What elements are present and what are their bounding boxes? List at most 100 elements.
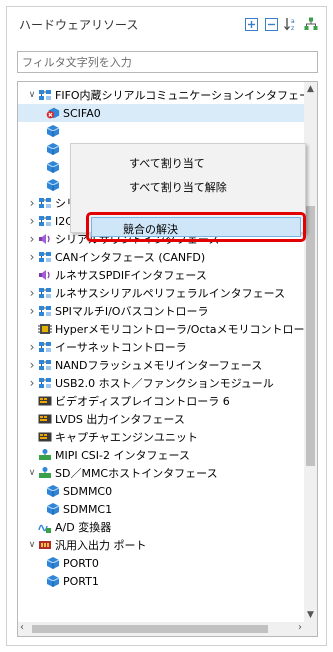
module-icon (46, 502, 60, 516)
tree-row[interactable]: SDMMC0 (18, 482, 304, 500)
tree-row[interactable]: Hyperメモリコントローラ/Octaメモリコントローラ (18, 320, 304, 338)
scrollbar-corner (304, 622, 317, 636)
sound-icon (38, 232, 52, 246)
expand-arrow-open-icon[interactable]: ∨ (26, 468, 38, 478)
horizontal-scroll-thumb[interactable] (32, 625, 268, 633)
menu-item-unassign-all-label: すべて割り当て解除 (129, 181, 227, 194)
tree-row[interactable]: › NANDフラッシュメモリインターフェース (18, 356, 304, 374)
tree-row-label: LVDS 出力インタフェース (55, 413, 185, 426)
tree-row[interactable]: LVDS 出力インタフェース (18, 410, 304, 428)
tree-row[interactable]: A/D 変換器 (18, 518, 304, 536)
serial-icon (38, 340, 52, 354)
menu-item-assign-all[interactable]: すべて割り当て (71, 153, 305, 175)
tree-row-label: 汎用入出力 ポート (55, 539, 147, 552)
expand-arrow-closed-icon[interactable]: › (26, 250, 38, 264)
filter-box[interactable] (17, 51, 318, 73)
hardware-resources-panel: ハードウェアリソース az ∨ FIFO内蔵シリアルコミュニケーションインタフェー… (6, 6, 327, 646)
tree-row[interactable]: › CANインタフェース (CANFD) (18, 248, 304, 266)
serial-icon (38, 214, 52, 228)
tree-row-label: NANDフラッシュメモリインターフェース (55, 359, 263, 372)
panel-title: ハードウェアリソース (19, 18, 139, 32)
panel-titlebar: ハードウェアリソース az (7, 7, 326, 43)
tree-row-label: ルネサスSPDIFインタフェース (55, 269, 207, 282)
sound-icon (38, 268, 52, 282)
tree-row-label: イーサネットコントローラ (55, 341, 187, 354)
menu-item-resolve-conflict-label: 競合の解決 (123, 223, 178, 236)
module-icon (46, 160, 60, 174)
tree-row-label: ルネサスシリアルペリフェラルインタフェース (55, 287, 286, 300)
video-icon (38, 412, 52, 426)
camera-icon (38, 466, 52, 480)
tree-row[interactable] (18, 122, 304, 140)
tree-row-label: SPIマルチI/Oバスコントローラ (55, 305, 209, 318)
tree-row-label: FIFO内蔵シリアルコミュニケーションインタフェー (55, 89, 304, 102)
tree-row[interactable]: PORT1 (18, 572, 304, 590)
serial-icon (38, 88, 52, 102)
tree-row[interactable]: › USB2.0 ホスト／ファンクションモジュール (18, 374, 304, 392)
adc-icon (38, 520, 52, 534)
tree-row[interactable]: ∨ 汎用入出力 ポート (18, 536, 304, 554)
horizontal-scrollbar[interactable]: ‹ › (18, 622, 304, 636)
tree-row[interactable]: ∨ SD／MMCホストインタフェース (18, 464, 304, 482)
tree-row-label: SCIFA0 (63, 106, 101, 120)
module-icon (46, 178, 60, 192)
expand-arrow-closed-icon[interactable]: › (26, 340, 38, 354)
menu-item-unassign-all[interactable]: すべて割り当て解除 (71, 177, 305, 199)
expand-arrow-closed-icon[interactable]: › (26, 196, 38, 210)
camera-icon (38, 448, 52, 462)
scroll-left-icon[interactable]: ‹ (20, 622, 24, 633)
panel-toolbar: az (244, 17, 318, 31)
tree-row-label: キャプチャエンジンユニット (55, 431, 198, 444)
tree-row[interactable]: › ルネサスシリアルペリフェラルインタフェース (18, 284, 304, 302)
expand-all-icon[interactable] (244, 17, 258, 31)
scroll-up-icon[interactable]: ▲ (304, 84, 317, 94)
serial-icon (38, 376, 52, 390)
module-icon (46, 124, 60, 138)
expand-arrow-open-icon[interactable]: ∨ (26, 90, 38, 100)
tree-row[interactable]: › SPIマルチI/Oバスコントローラ (18, 302, 304, 320)
serial-icon (38, 250, 52, 264)
tree-row[interactable]: ∨ FIFO内蔵シリアルコミュニケーションインタフェー (18, 86, 304, 104)
port-icon (38, 538, 52, 552)
hierarchy-icon[interactable] (304, 17, 318, 31)
tree-row[interactable]: › イーサネットコントローラ (18, 338, 304, 356)
menu-item-resolve-conflict[interactable]: 競合の解決 (86, 212, 306, 242)
module-icon (46, 556, 60, 570)
sort-az-icon[interactable]: az (284, 17, 298, 31)
memory-icon (38, 322, 52, 336)
svg-text:a: a (291, 18, 295, 25)
collapse-all-icon[interactable] (264, 17, 278, 31)
serial-icon (38, 358, 52, 372)
menu-item-assign-all-label: すべて割り当て (129, 157, 205, 170)
tree-row[interactable]: キャプチャエンジンユニット (18, 428, 304, 446)
expand-arrow-closed-icon[interactable]: › (26, 214, 38, 228)
expand-arrow-closed-icon[interactable]: › (26, 358, 38, 372)
serial-icon (38, 286, 52, 300)
expand-arrow-open-icon[interactable]: ∨ (26, 540, 38, 550)
tree-row[interactable]: MIPI CSI-2 インタフェース (18, 446, 304, 464)
tree-row-label: USB2.0 ホスト／ファンクションモジュール (55, 377, 274, 390)
video-icon (38, 430, 52, 444)
module-icon (46, 574, 60, 588)
vertical-scroll-thumb[interactable] (306, 206, 315, 466)
tree-row-label: SDMMC1 (63, 502, 113, 516)
scroll-right-icon[interactable]: › (298, 622, 302, 633)
tree-row-label: PORT0 (63, 556, 99, 570)
video-icon (38, 394, 52, 408)
filter-input[interactable] (18, 52, 317, 72)
tree-row-label: SDMMC0 (63, 484, 113, 498)
expand-arrow-closed-icon[interactable]: › (26, 232, 38, 246)
tree-row-label: CANインタフェース (CANFD) (55, 251, 206, 264)
tree-row-label: A/D 変換器 (55, 521, 112, 534)
module-icon (46, 484, 60, 498)
expand-arrow-closed-icon[interactable]: › (26, 376, 38, 390)
expand-arrow-closed-icon[interactable]: › (26, 304, 38, 318)
tree-row[interactable]: ビデオディスプレイコントローラ 6 (18, 392, 304, 410)
expand-arrow-closed-icon[interactable]: › (26, 286, 38, 300)
tree-row[interactable]: ルネサスSPDIFインタフェース (18, 266, 304, 284)
scroll-down-icon[interactable]: ▼ (304, 610, 317, 620)
tree-row[interactable]: PORT0 (18, 554, 304, 572)
tree-row-label: PORT1 (63, 574, 99, 588)
tree-row[interactable]: SDMMC1 (18, 500, 304, 518)
tree-row[interactable]: SCIFA0 (18, 104, 304, 122)
